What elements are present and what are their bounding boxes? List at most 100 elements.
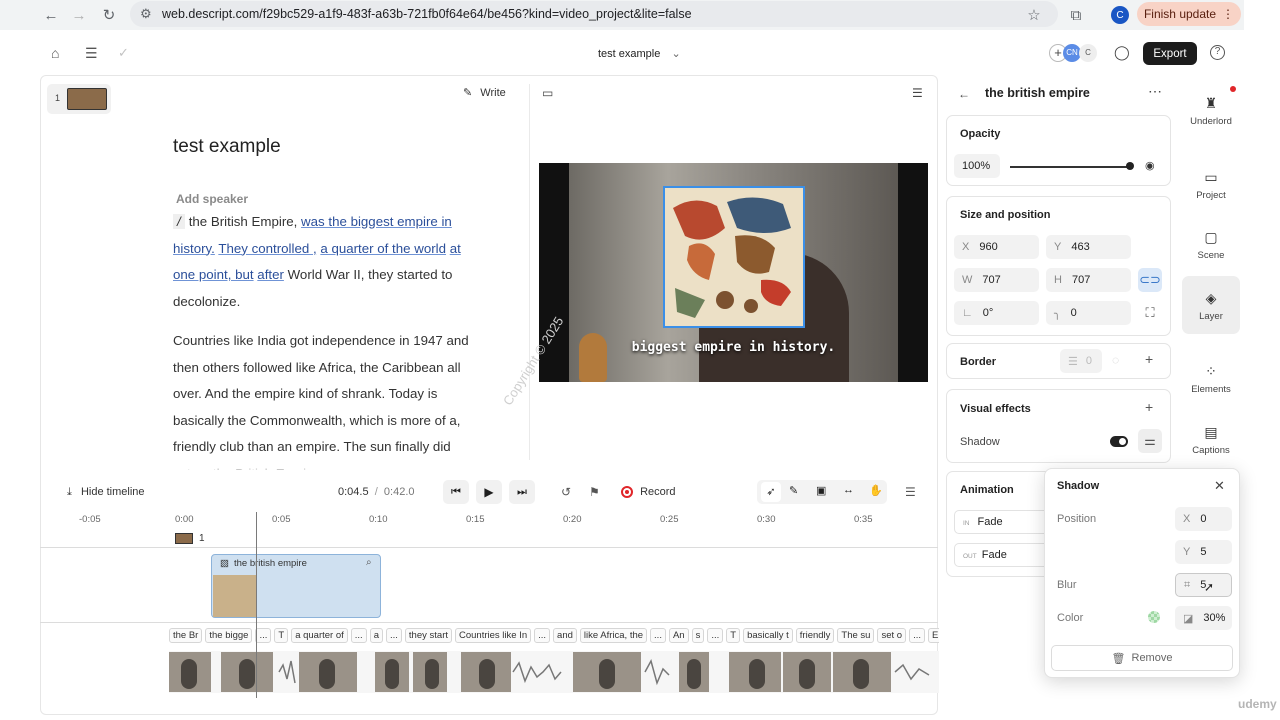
home-icon[interactable]: ⌂ — [51, 45, 59, 61]
address-bar[interactable]: ⚙ web.descript.com/f29bc529-a1f9-483f-a6… — [130, 1, 1058, 27]
menu-icon[interactable]: ☰ — [85, 45, 98, 62]
finish-update-button[interactable]: Finish update ⋮ — [1137, 2, 1241, 26]
word-chip[interactable]: T — [726, 628, 741, 643]
y-position-input[interactable]: Y 463 — [1046, 235, 1131, 259]
play-button[interactable]: ▶ — [476, 480, 502, 504]
word-chip[interactable]: set o — [877, 628, 907, 643]
hide-timeline-button[interactable]: ⤓ Hide timeline — [67, 486, 145, 499]
project-title[interactable]: test example ⌄ — [598, 47, 681, 60]
add-speaker-label[interactable]: Add speaker — [176, 192, 248, 206]
word-chip[interactable]: ... — [255, 628, 272, 643]
loop-icon[interactable]: ↺ — [561, 485, 571, 499]
add-effect-icon[interactable]: + — [1145, 399, 1153, 415]
reload-icon[interactable]: ↻ — [95, 1, 123, 29]
remove-shadow-button[interactable]: 🗑 Remove — [1051, 645, 1233, 671]
word-chip[interactable]: T — [274, 628, 289, 643]
x-position-input[interactable]: X 960 — [954, 235, 1039, 259]
skip-forward-button[interactable]: ⏭ — [509, 480, 535, 504]
document-title[interactable]: test example — [173, 136, 281, 158]
script-paragraph[interactable]: / the British Empire, was the biggest emp… — [173, 209, 483, 315]
more-options-icon[interactable]: ⋯ — [1148, 83, 1162, 100]
site-settings-icon[interactable]: ⚙ — [140, 6, 152, 22]
add-border-icon[interactable]: + — [1145, 351, 1153, 367]
shadow-color-opacity-input[interactable]: ◪ 30% — [1175, 606, 1232, 630]
blur-input[interactable]: ⌗ 5 ➚ — [1175, 573, 1232, 597]
word-chip[interactable]: The su — [837, 628, 875, 643]
nav-elements[interactable]: ⁘ Elements — [1182, 363, 1240, 395]
link-aspect-icon[interactable]: ⊂⊃ — [1138, 268, 1162, 292]
nav-captions[interactable]: ▤ Captions — [1182, 424, 1240, 456]
back-arrow-icon[interactable]: ← — [958, 87, 970, 101]
back-icon[interactable]: ← — [37, 1, 65, 29]
border-width-input[interactable]: ☰ 0 — [1060, 349, 1102, 373]
shadow-x-input[interactable]: X0 — [1175, 507, 1232, 531]
pen-tool-icon[interactable]: ✎ — [789, 484, 798, 497]
height-input[interactable]: H 707 — [1046, 268, 1131, 292]
forward-icon[interactable]: → — [65, 1, 93, 29]
word-chip[interactable]: and — [553, 628, 577, 643]
opacity-input[interactable]: 100% — [954, 154, 1000, 178]
write-button[interactable]: ✎ Write — [463, 86, 506, 99]
panel-divider[interactable] — [529, 84, 530, 460]
word-chip[interactable]: they start — [404, 628, 452, 643]
opacity-slider-handle[interactable] — [1126, 162, 1134, 170]
clip-tool-icon[interactable]: ▣ — [816, 484, 826, 497]
eye-icon[interactable]: ◉ — [1145, 159, 1155, 172]
aspect-ratio-icon[interactable]: ▭ — [542, 86, 553, 100]
video-track[interactable] — [169, 651, 939, 693]
border-color-icon[interactable]: ◌ — [1112, 353, 1119, 367]
collaborator-avatar[interactable]: C — [1079, 44, 1097, 62]
word-chip[interactable]: ... — [650, 628, 666, 643]
skip-back-button[interactable]: ⏮ — [443, 480, 469, 504]
help-icon[interactable]: ? — [1210, 45, 1225, 60]
nav-project[interactable]: ▭ Project — [1182, 169, 1240, 201]
adjust-icon[interactable]: ⚌ — [1138, 429, 1162, 453]
select-tool-icon[interactable]: ➶ — [761, 482, 781, 502]
word-chip[interactable]: basically t — [743, 628, 793, 643]
corner-radius-input[interactable]: ╮ 0 — [1046, 301, 1131, 325]
scene-marker-thumb[interactable] — [175, 533, 193, 544]
word-chip[interactable]: Countries like In — [455, 628, 532, 643]
extensions-icon[interactable]: ⧉ — [1062, 1, 1090, 29]
word-chip[interactable]: ... — [350, 628, 367, 643]
playhead[interactable] — [256, 512, 257, 698]
rotation-input[interactable]: ∟ 0° — [954, 301, 1039, 325]
shadow-color-swatch[interactable] — [1148, 611, 1160, 623]
scene-thumbnail[interactable]: 1 — [47, 84, 111, 114]
animation-in-select[interactable]: IN Fade — [954, 510, 1049, 534]
word-chip[interactable]: like Africa, the — [579, 628, 648, 643]
word-chip[interactable]: s — [691, 628, 705, 643]
word-chip[interactable]: a quarter of — [291, 628, 348, 643]
script-paragraph[interactable]: Countries like India got independence in… — [173, 328, 493, 470]
animation-out-select[interactable]: OUT Fade — [954, 543, 1049, 567]
bookmark-star-icon[interactable]: ☆ — [1020, 1, 1048, 29]
comments-icon[interactable]: ◯ — [1114, 44, 1130, 61]
export-button[interactable]: Export — [1143, 42, 1197, 65]
shadow-toggle[interactable] — [1110, 436, 1128, 447]
nav-underlord[interactable]: ♜ Underlord — [1182, 95, 1240, 127]
magic-wand-icon[interactable]: ⌕ — [366, 557, 372, 568]
record-button[interactable]: Record — [621, 486, 676, 499]
nav-scene[interactable]: ▢ Scene — [1182, 229, 1240, 261]
word-track[interactable]: the Br the bigge... Ta quarter of... a... th… — [169, 628, 939, 644]
layout-toggle-icon[interactable]: ☰ — [912, 86, 923, 100]
timeline-layout-icon[interactable]: ☰ — [905, 485, 916, 499]
layer-title[interactable]: the british empire — [985, 86, 1090, 100]
word-chip[interactable]: ... — [386, 628, 402, 643]
stretch-tool-icon[interactable]: ↔ — [843, 484, 854, 496]
word-chip[interactable]: the Br — [169, 628, 203, 643]
word-chip[interactable]: E — [928, 628, 939, 643]
word-chip[interactable]: ... — [707, 628, 724, 643]
word-chip[interactable]: the bigge — [205, 628, 253, 643]
word-chip[interactable]: a — [369, 628, 383, 643]
nav-layer[interactable]: ◈ Layer — [1182, 290, 1240, 322]
opacity-slider[interactable] — [1010, 166, 1130, 168]
word-chip[interactable]: An — [668, 628, 689, 643]
word-chip[interactable]: ... — [534, 628, 551, 643]
hand-tool-icon[interactable]: ✋ — [869, 484, 883, 497]
timeline-clip[interactable]: ▧ the british empire ⌕ — [211, 554, 381, 618]
word-chip[interactable]: friendly — [795, 628, 835, 643]
map-image-layer[interactable] — [663, 186, 805, 328]
word-chip[interactable]: ... — [909, 628, 925, 643]
profile-avatar[interactable]: C — [1111, 6, 1129, 24]
